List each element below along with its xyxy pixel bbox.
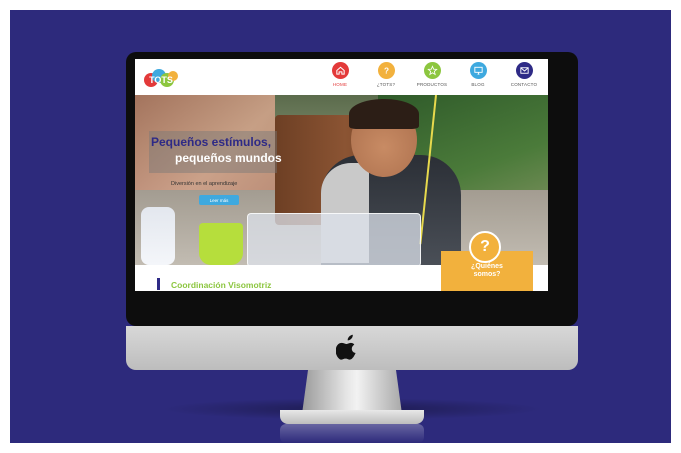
mail-icon [515,62,533,79]
about-us-card-line2: somos? [473,271,501,278]
nav-item-home[interactable]: HOME [322,62,358,87]
hero-title-line2: pequeños mundos [175,151,282,165]
hero-subtitle: Diversión en el aprendizaje [171,181,238,187]
section-strip-title[interactable]: Coordinación Visomotriz [171,280,271,290]
nav-label-contacto: CONTACTO [510,82,538,87]
apple-logo-icon [336,334,356,360]
site-header: TOTS HOME ? ¿TOTS? PRODUCTOS BLOG CONTAC… [135,59,548,95]
svg-text:TOTS: TOTS [149,75,173,85]
stand-reflection [280,424,424,443]
hero-photo-bin [247,213,421,265]
hero-photo-child-hair [349,99,419,129]
main-nav: HOME ? ¿TOTS? PRODUCTOS BLOG CONTACTO [322,62,542,87]
hero-photo-jar [141,207,175,265]
question-glyph: ? [480,238,490,255]
about-us-card-line1: ¿Quiénes [471,263,503,270]
hero-photo-cup [199,223,243,265]
home-icon [331,62,349,79]
nav-item-tots[interactable]: ? ¿TOTS? [368,62,404,87]
monitor-stand-foot [280,410,424,424]
svg-text:?: ? [383,67,388,76]
read-more-button[interactable]: Leer más [199,195,239,205]
nav-item-contacto[interactable]: CONTACTO [506,62,542,87]
question-circle-icon[interactable]: ? [469,231,501,263]
monitor-icon [469,62,487,79]
question-icon: ? [377,62,395,79]
nav-item-blog[interactable]: BLOG [460,62,496,87]
nav-label-productos: PRODUCTOS [416,82,448,87]
nav-label-blog: BLOG [471,82,485,87]
tots-logo[interactable]: TOTS [143,64,179,92]
nav-item-productos[interactable]: PRODUCTOS [414,62,450,87]
star-icon [423,62,441,79]
nav-label-home: HOME [332,82,348,87]
hero-title-line1: Pequeños estímulos, [151,135,272,149]
nav-label-tots: ¿TOTS? [376,82,396,87]
monitor-stand-neck [302,370,402,414]
section-strip-bar [157,278,160,290]
website-screen: TOTS HOME ? ¿TOTS? PRODUCTOS BLOG CONTAC… [135,59,548,291]
